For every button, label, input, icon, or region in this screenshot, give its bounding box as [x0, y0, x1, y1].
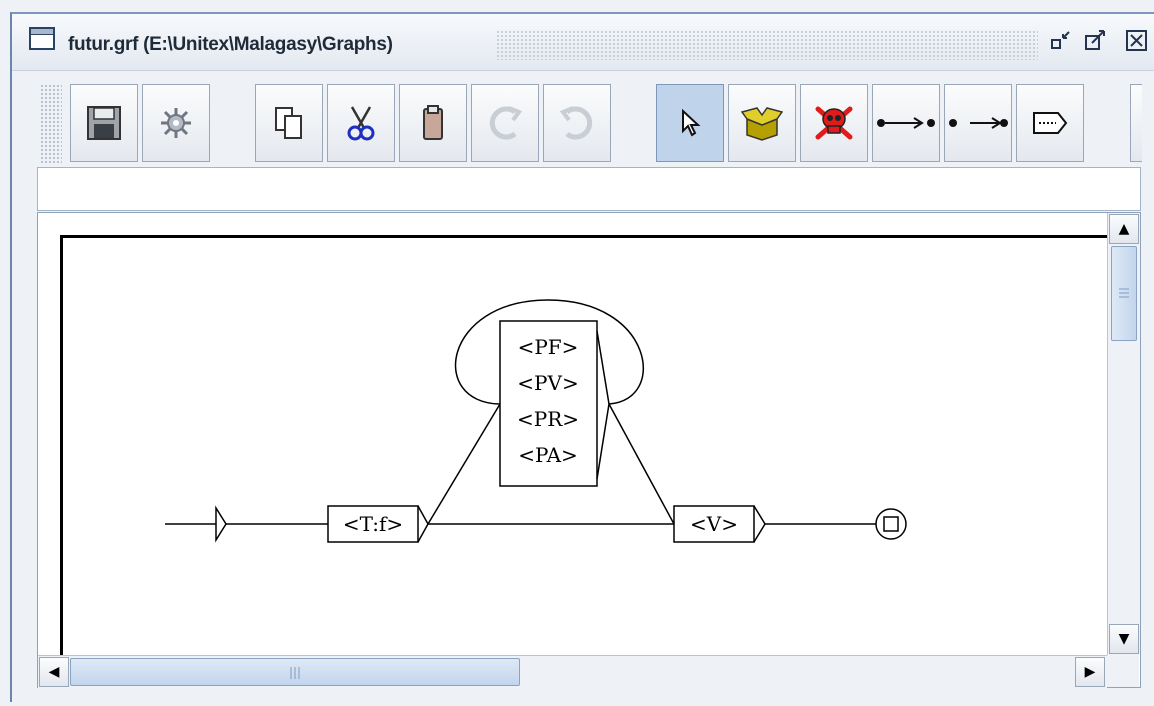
edit-box-icon: [1033, 112, 1068, 134]
open-box-icon: [741, 107, 783, 141]
box-multi-line: <PR>: [517, 407, 579, 431]
minimize-icon[interactable]: [1049, 28, 1075, 52]
edit-box-button[interactable]: [1016, 84, 1084, 162]
graph-toolbar: [40, 84, 1142, 164]
gear-icon: [161, 108, 191, 138]
window-title-bar[interactable]: futur.grf (E:\Unitex\Malagasy\Graphs): [12, 14, 1154, 71]
link-backward-icon: [949, 117, 1008, 129]
reverse-link-button[interactable]: [944, 84, 1012, 162]
window-title: futur.grf (E:\Unitex\Malagasy\Graphs): [68, 34, 393, 55]
toolbar-grip[interactable]: [40, 84, 62, 164]
clipboard-icon: [423, 105, 443, 140]
compile-button[interactable]: [142, 84, 210, 162]
scroll-up-button[interactable]: ▲: [1109, 214, 1139, 244]
select-tool-button[interactable]: [656, 84, 724, 162]
box-tf[interactable]: <T:f>: [327, 505, 429, 543]
open-subgraph-button[interactable]: [728, 84, 796, 162]
delete-button[interactable]: [800, 84, 868, 162]
undo-button[interactable]: [543, 84, 611, 162]
grip-lines-icon: [1119, 288, 1129, 298]
link-boxes-button[interactable]: [872, 84, 940, 162]
final-state[interactable]: [875, 508, 907, 540]
redo-button[interactable]: [471, 84, 539, 162]
copy-icon: [275, 107, 302, 139]
close-icon[interactable]: [1124, 28, 1150, 52]
box-multi[interactable]: <PF> <PV> <PR> <PA>: [499, 320, 610, 487]
box-multi-line: <PV>: [517, 371, 578, 395]
horizontal-scroll-thumb[interactable]: [70, 658, 520, 686]
grip-lines-icon: [290, 667, 300, 679]
box-multi-line: <PF>: [518, 335, 579, 359]
box-v[interactable]: <V>: [673, 505, 766, 543]
redo-icon: [489, 106, 523, 140]
box-tf-label: <T:f>: [343, 512, 403, 536]
scrollbar-corner: [1107, 655, 1139, 687]
initial-state[interactable]: [215, 505, 227, 543]
title-bar-grip: [496, 30, 1038, 60]
graph-diagram: <T:f> <PF> <PV> <PR> <PA> <V>: [165, 299, 907, 543]
scroll-left-button[interactable]: ◀: [39, 657, 69, 687]
link-forward-icon: [877, 117, 935, 129]
maximize-icon[interactable]: [1083, 28, 1109, 52]
paste-button[interactable]: [399, 84, 467, 162]
box-v-label: <V>: [690, 512, 738, 536]
transition-line: [608, 403, 675, 525]
floppy-disk-icon: [87, 106, 121, 140]
scroll-down-button[interactable]: ▼: [1109, 624, 1139, 654]
transition-line: [427, 403, 501, 525]
scroll-right-button[interactable]: ▶: [1075, 657, 1105, 687]
save-button[interactable]: [70, 84, 138, 162]
box-text-field[interactable]: [37, 167, 1141, 211]
copy-button[interactable]: [255, 84, 323, 162]
skull-crossbones-icon: [815, 106, 853, 140]
vertical-scrollbar[interactable]: ▲ ▼: [1107, 213, 1140, 655]
undo-icon: [559, 106, 593, 140]
window-icon: [29, 27, 55, 50]
scissors-icon: [347, 106, 375, 141]
graph-canvas[interactable]: <T:f> <PF> <PV> <PR> <PA> <V>: [37, 212, 1141, 688]
cursor-arrow-icon: [682, 108, 701, 137]
toolbar-overflow-button[interactable]: [1130, 84, 1142, 162]
horizontal-scrollbar[interactable]: ◀ ▶: [38, 655, 1107, 688]
box-multi-line: <PA>: [518, 443, 578, 467]
vertical-scroll-thumb[interactable]: [1111, 246, 1137, 341]
cut-button[interactable]: [327, 84, 395, 162]
